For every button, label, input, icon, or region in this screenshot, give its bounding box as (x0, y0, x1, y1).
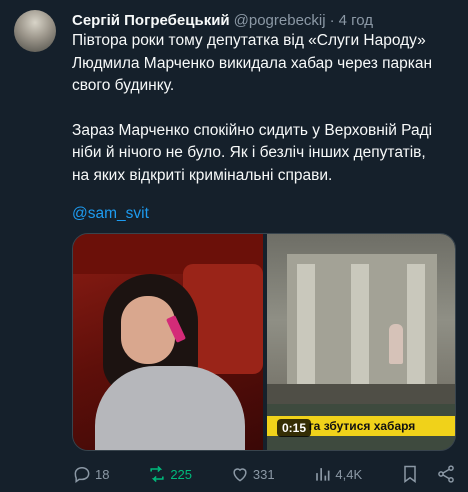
like-count: 331 (252, 466, 275, 482)
reply-icon (74, 466, 90, 483)
bookmark-button[interactable] (400, 464, 420, 484)
reply-count: 18 (95, 466, 110, 482)
tweet-paragraph: Півтора роки тому депутатка від «Слуги Н… (72, 32, 433, 94)
house-column (351, 264, 369, 394)
tweet-paragraph: Зараз Марченко спокійно сидить у Верховн… (72, 121, 433, 184)
views-button[interactable]: 4,4K (312, 464, 362, 484)
retweet-count: 225 (170, 466, 193, 482)
person-body (95, 366, 245, 450)
tweet-header: Сергій Погребецький @pogrebeckij · 4 год (72, 10, 458, 30)
bookmark-icon (404, 465, 416, 483)
reply-button[interactable]: 18 (72, 464, 109, 484)
house-column (407, 264, 425, 394)
author-display-name[interactable]: Сергій Погребецький (72, 12, 230, 29)
video-duration-badge: 0:15 (277, 419, 312, 437)
author-handle[interactable]: @pogrebeckij (234, 12, 326, 29)
share-icon (438, 465, 454, 483)
share-button[interactable] (436, 464, 456, 484)
retweet-button[interactable]: 225 (147, 464, 192, 484)
author-avatar[interactable] (14, 10, 56, 52)
tweet-timestamp[interactable]: 4 год (339, 12, 373, 29)
like-button[interactable]: 331 (230, 464, 275, 484)
fence-shape (267, 384, 455, 404)
house-column (297, 264, 315, 394)
action-bar: 18 225 331 4,4K (72, 462, 456, 486)
views-icon (316, 468, 330, 481)
person-face (121, 296, 175, 364)
tweet-card[interactable]: Сергій Погребецький @pogrebeckij · 4 год… (0, 0, 468, 492)
photo-parliament[interactable] (73, 234, 263, 450)
mention-link[interactable]: @sam_svit (72, 205, 149, 223)
header-separator: · (329, 11, 335, 29)
person-figure (389, 324, 403, 364)
heart-icon (233, 468, 247, 482)
tweet-text: Півтора роки тому депутатка від «Слуги Н… (72, 30, 456, 187)
views-count: 4,4K (335, 466, 363, 482)
share-group (400, 464, 456, 484)
retweet-icon (150, 465, 164, 483)
video-cctv[interactable]: га збутися хабаря 0:15 (267, 234, 455, 450)
media-attachment[interactable]: га збутися хабаря 0:15 (72, 233, 456, 451)
